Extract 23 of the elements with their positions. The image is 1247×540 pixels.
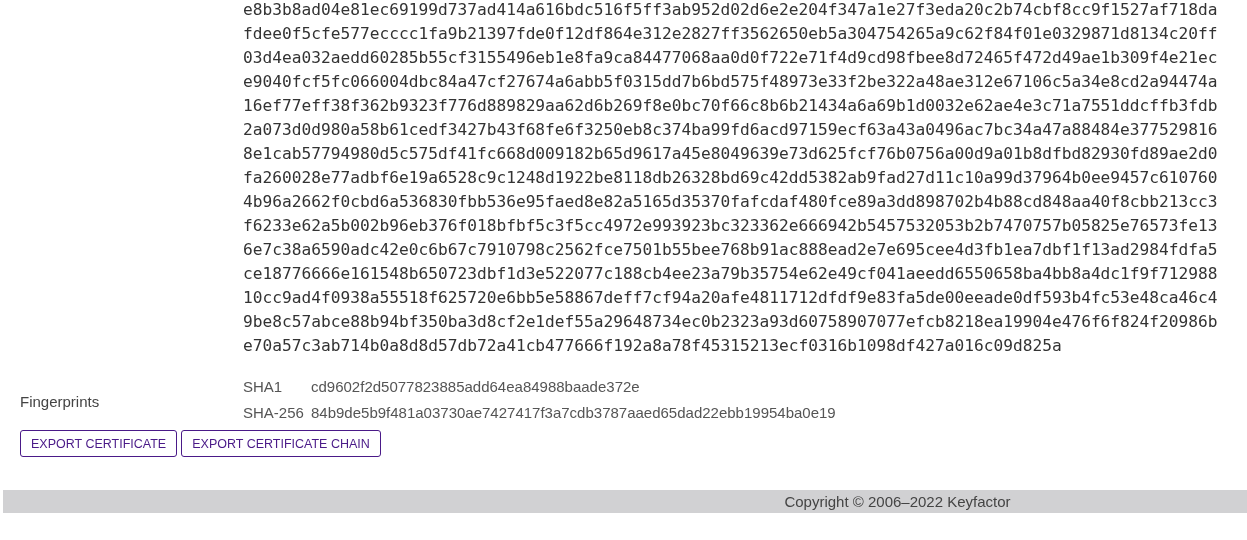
hex-line: f6233e62a5b002b96eb376f018bfbf5c3f5cc4972e993923bc323362e666942b5457532053b2b7470757b05825e76573fe13 [243, 215, 1218, 237]
hex-line: e8b3b8ad04e81ec69199d737ad414a616bdc516f5ff3ab952d02d6e2e204f347a1e27f3eda20c2b74cbf8cc9f1527af718da [243, 0, 1218, 21]
fingerprint-value: cd9602f2d5077823885add64ea84988baade372e [311, 378, 640, 395]
hex-line: e9040fcf5fc066004dbc84a47cf27674a6abb5f0315dd7b6bd575f48973e33f2be322a48ae312e67106c5a34e8cd2a94474a [243, 71, 1218, 93]
hex-line: 8e1cab57794980d5c575df41fc668d009182b65d9617a45e8049639e73d625fcf76b0756a00d9a01b8dfbd82930fd89ae2d0 [243, 143, 1218, 165]
hex-line: 4b96a2662f0cbd6a536830fbb536e95faed8e82a5165d35370fafcdaf480fce89a3dd898702b4b88cd848aa40f8cbb213cc3 [243, 191, 1218, 213]
hex-line: 9be8c57abce88b94bf350ba3d8cf2e1def55a29648734ec0b2323a93d60758907077efcb8218ea19904e476f6f824f20986b [243, 311, 1218, 333]
field-label: Fingerprints [20, 392, 101, 410]
hex-line: 6e7c38a6590adc42e0c6b67c7910798c2562fce7501b55bee768b91ac888ead2e7e695cee4d3fb1ea7dbf1f13ad2984fdfa5 [243, 239, 1218, 261]
copyright-text: Copyright © 2006–2022 Keyfactor [784, 493, 1011, 510]
algorithm-label: SHA-256 [243, 404, 305, 421]
export-button[interactable]: EXPORT CERTIFICATE CHAIN [181, 430, 381, 457]
hex-line: e70a57c3ab714b0a8d8d57db72a41cb477666f192a8a78f45315213ecf0316b1098df427a016c09d825a [243, 335, 1062, 357]
hex-line: ce18776666e161548b650723dbf1d3e522077c188cb4ee23a79b35754e62e49cf041aeedd6550658ba4bb8a4dc1f9f712988 [243, 263, 1218, 285]
hex-line: 10cc9ad4f0938a55518f625720e6bb5e58867deff7cf94a20afe4811712dfdf9e83fa5de00eeade0df593b4fc53e48ca46c4 [243, 287, 1218, 309]
hex-line: fdee0f5cfe577ecccc1fa9b21397fde0f12df864e312e2827ff3562650eb5a304754265a9c62f84f01e0329871d8134c20ff [243, 23, 1218, 45]
hex-line: fa260028e77adbf6e19a6528c9c1248d1922be8118db26328bd69c42dd5382ab9fad27d11c10a99d37964b0ee9457c610760 [243, 167, 1218, 189]
fingerprint-value: 84b9de5b9f481a03730ae7427417f3a7cdb3787aaed65dad22ebb19954ba0e19 [311, 404, 836, 421]
export-button[interactable]: EXPORT CERTIFICATE [20, 430, 178, 457]
hex-line: 16ef77eff38f362b9323f776d889829aa62d6b269f8e0bc70f66c8b6b21434a6a69b1d0032e62ae4e3c71a7551ddcffb3fdb [243, 95, 1218, 117]
hex-line: 03d4ea032aedd60285b55cf3155496eb1e8fa9ca84477068aa0d0f722e71f4d9cd98fbee8d72465f472d49ae1b309f4e21ec [243, 47, 1218, 69]
algorithm-label: SHA1 [243, 378, 284, 395]
hex-line: 2a073d0d980a58b61cedf3427b43f68fe6f3250eb8c374ba99fd6acd97159ecf63a43a0496ac7bc34a47a88484e377529816 [243, 119, 1218, 141]
